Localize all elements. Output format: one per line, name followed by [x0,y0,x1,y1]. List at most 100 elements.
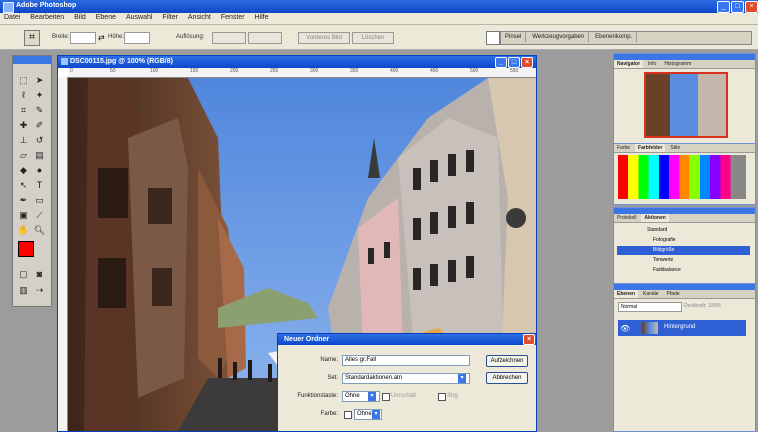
slice-tool-icon[interactable]: ✎ [33,104,46,117]
name-input[interactable]: Alles gr.Fall [342,355,470,366]
foreground-color-swatch[interactable] [18,241,34,257]
breite-field[interactable] [70,32,96,44]
palette-tab-layer-comps[interactable]: Ebenenkomp. [591,32,638,42]
screen-mode-icon[interactable]: ▥ [17,284,30,297]
vertical-ruler [58,77,68,431]
gradient-tool-icon[interactable]: ▤ [33,149,46,162]
dialog-close-button[interactable]: × [523,334,535,345]
move-tool-icon[interactable]: ➤ [33,74,46,87]
opacity-field[interactable]: Deckkraft: 100% [684,302,748,310]
menu-ebene[interactable]: Ebene [92,13,120,22]
chevron-down-icon[interactable]: ▾ [372,410,380,419]
tab-farbfelder[interactable]: Farbfelder [635,144,666,152]
tab-pfade[interactable]: Pfade [664,290,683,298]
aufloesung-field[interactable] [212,32,246,44]
tab-farbe[interactable]: Farbe [614,144,633,152]
standard-mode-icon[interactable]: ▢ [17,268,30,281]
notes-tool-icon[interactable]: ▣ [17,209,30,222]
menu-fenster[interactable]: Fenster [217,13,249,22]
quick-mask-icon[interactable]: ◙ [33,268,46,281]
marquee-tool-icon[interactable]: ⬚ [17,74,30,87]
tab-histogramm[interactable]: Histogramm [661,60,694,68]
delete-button[interactable]: Löschen [352,32,394,44]
doc-minimize-button[interactable]: _ [495,57,507,68]
menu-bild[interactable]: Bild [70,13,90,22]
hand-tool-icon[interactable]: ✋ [17,224,30,237]
blend-mode-select[interactable]: Normal [618,302,682,312]
palette-tab-brushes[interactable]: Pinsel [501,32,527,42]
magic-wand-tool-icon[interactable]: ✦ [33,89,46,102]
brush-tool-icon[interactable]: ✐ [33,119,46,132]
eraser-tool-icon[interactable]: ▱ [17,149,30,162]
menu-hilfe[interactable]: Hilfe [251,13,273,22]
hoehe-field[interactable] [124,32,150,44]
swap-icon[interactable]: ⇄ [98,33,105,42]
aufloesung-label: Auflösung: [176,34,205,40]
tab-stile[interactable]: Stile [667,144,683,152]
list-item[interactable]: Tonwerte [617,256,750,265]
jump-to-imageready-icon[interactable]: ⇢ [33,284,46,297]
record-button[interactable]: Aufzeichnen [486,355,528,367]
shift-checkbox[interactable] [382,393,390,401]
tab-aktionen[interactable]: Aktionen [641,214,669,222]
menu-bearbeiten[interactable]: Bearbeiten [26,13,68,22]
list-item[interactable]: Fotografie [617,236,750,245]
navigator-thumbnail[interactable] [644,72,728,138]
crop-tool-icon[interactable]: ⌗ [17,104,30,117]
options-bar: ⌗ Breite: ⇄ Höhe: Auflösung: Vorderes Bi… [0,25,758,50]
document-icon [61,58,68,65]
dialog-title: Neuer Ordner [284,336,330,343]
palette-tab-tool-presets[interactable]: Werkzeugvorgaben [528,32,590,42]
aufloesung-unit-select[interactable] [248,32,282,44]
window-title: Adobe Photoshop [16,2,77,9]
strg-checkbox[interactable] [438,393,446,401]
front-image-button[interactable]: Vorderes Bild [298,32,350,44]
set-select[interactable]: Standardaktionen.atn [342,373,470,384]
palette-well: Pinsel Werkzeugvorgaben Ebenenkomp. [500,31,752,45]
tab-ebenen[interactable]: Ebenen [614,290,639,298]
menu-ansicht[interactable]: Ansicht [184,13,215,22]
ruler-label: 0 [70,68,73,74]
swatch-grid[interactable] [618,155,746,199]
close-button[interactable]: × [745,1,758,13]
doc-maximize-button[interactable]: □ [508,57,520,68]
tab-info[interactable]: Info [645,60,659,68]
shape-tool-icon[interactable]: ▭ [33,194,46,207]
doc-close-button[interactable]: × [521,57,533,68]
menu-auswahl[interactable]: Auswahl [122,13,156,22]
ruler-label: 250 [270,68,279,74]
history-brush-tool-icon[interactable]: ↺ [33,134,46,147]
ruler-label: 350 [350,68,359,74]
file-browser-icon[interactable] [486,31,500,45]
menu-datei[interactable]: Datei [0,13,24,22]
pen-tool-icon[interactable]: ✒ [17,194,30,207]
path-selection-tool-icon[interactable]: ↖ [17,179,30,192]
eyedropper-tool-icon[interactable]: ⟋ [33,209,46,222]
chevron-down-icon[interactable]: ▾ [458,374,466,383]
maximize-button[interactable]: □ [731,1,744,13]
type-tool-icon[interactable]: T [33,179,46,192]
eye-icon[interactable]: 👁︎ [620,324,630,333]
list-item-selected[interactable]: Bildgröße [617,246,750,255]
zoom-tool-icon[interactable]: 🔍︎ [33,224,46,237]
menu-filter[interactable]: Filter [158,13,182,22]
minimize-button[interactable]: _ [717,1,730,13]
lasso-tool-icon[interactable]: ℓ [17,89,30,102]
blur-tool-icon[interactable]: ◆ [17,164,30,177]
function-key-label: Funktionstaste: [297,393,338,399]
list-item[interactable]: Standard [617,226,750,235]
tab-navigator[interactable]: Navigator [614,60,644,68]
list-item[interactable]: Farbbalance [617,266,750,275]
tab-kanaele[interactable]: Kanäle [640,290,662,298]
chevron-down-icon[interactable]: ▾ [368,392,376,401]
dialog-title-bar: Neuer Ordner × [278,334,536,345]
cancel-button[interactable]: Abbrechen [486,372,528,384]
crop-tool-icon[interactable]: ⌗ [24,30,40,46]
ruler-label: 300 [310,68,319,74]
tab-protokoll[interactable]: Protokoll [614,214,639,222]
color-swatch [344,411,352,419]
layer-row-selected[interactable]: 👁︎ Hintergrund [618,320,746,336]
clone-stamp-tool-icon[interactable]: ⊥ [17,134,30,147]
dodge-tool-icon[interactable]: ● [33,164,46,177]
healing-brush-tool-icon[interactable]: ✚ [17,119,30,132]
